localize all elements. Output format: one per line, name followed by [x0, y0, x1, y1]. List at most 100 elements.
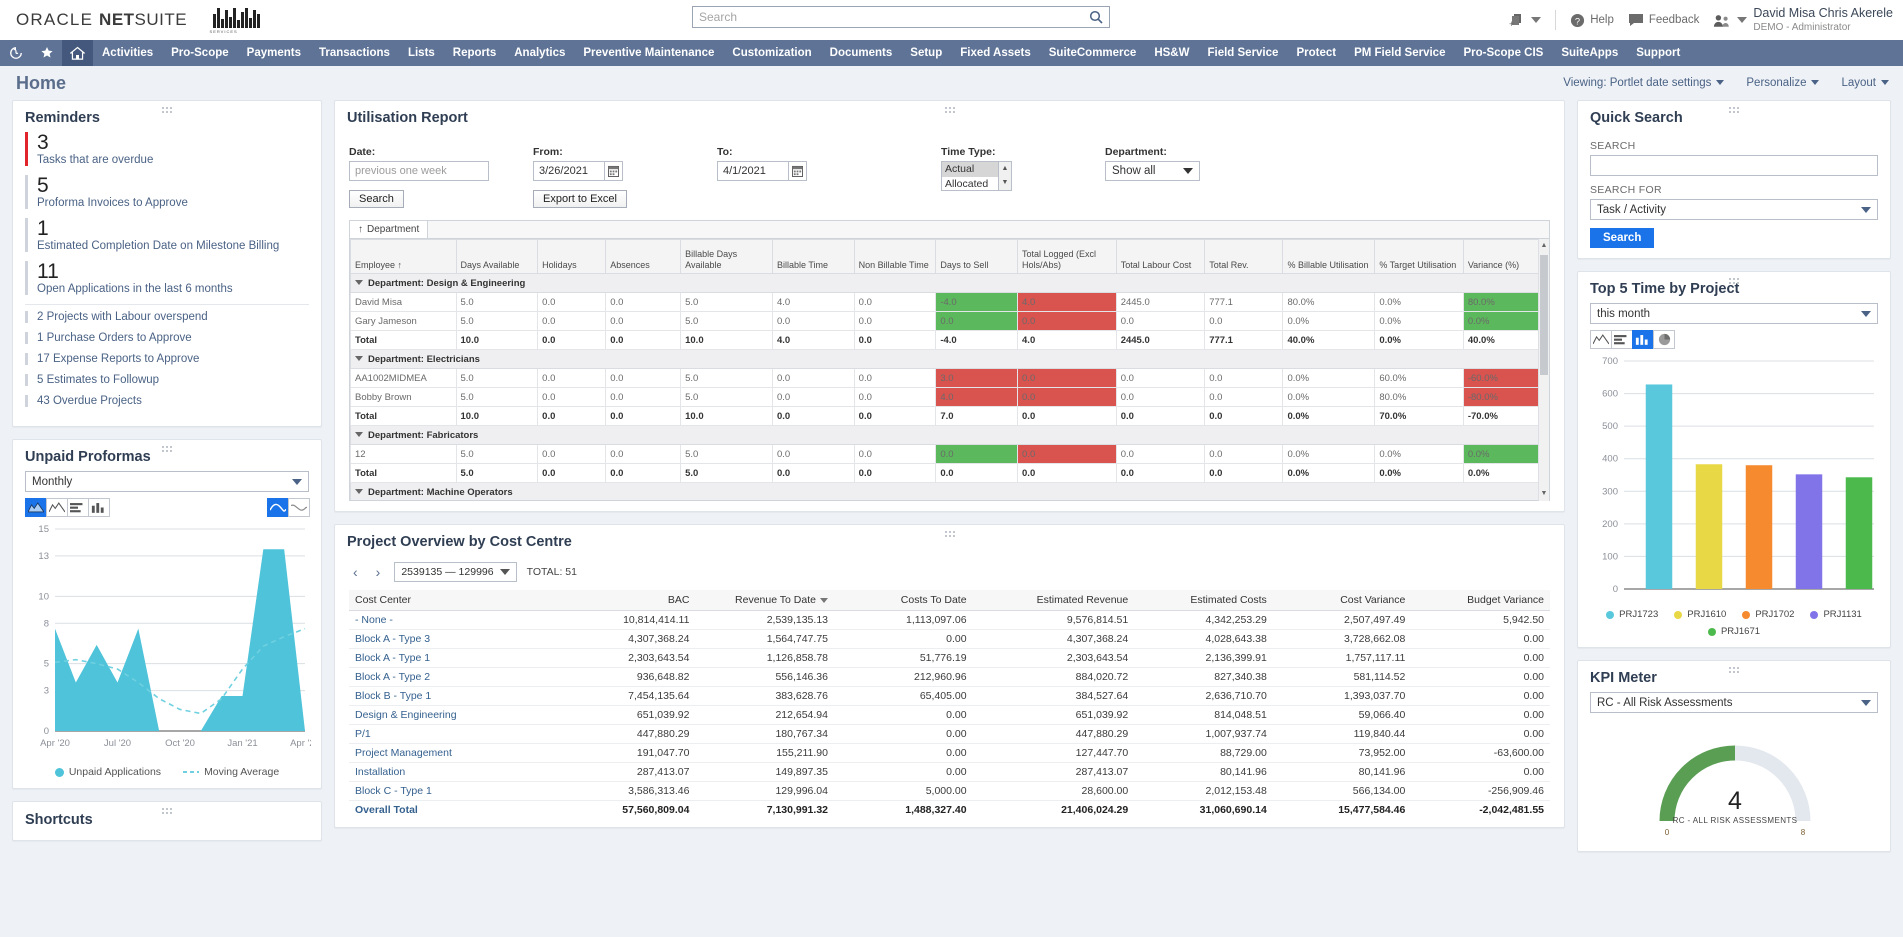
reminder-label[interactable]: Open Applications in the last 6 months — [37, 283, 309, 295]
util-col-absences[interactable]: Absences — [606, 240, 681, 274]
layout-menu[interactable]: Layout — [1841, 77, 1889, 89]
nav-item-field-service[interactable]: Field Service — [1198, 40, 1287, 66]
next-page-icon[interactable]: › — [372, 564, 385, 580]
util-col-total-labour-cost[interactable]: Total Labour Cost — [1116, 240, 1204, 274]
legend-item[interactable]: PRJ1131 — [1810, 609, 1861, 620]
nav-item-hs-w[interactable]: HS&W — [1145, 40, 1198, 66]
scroll-down-icon[interactable]: ▼ — [999, 176, 1011, 190]
nav-item-transactions[interactable]: Transactions — [310, 40, 399, 66]
util-col-billable-time[interactable]: Billable Time — [773, 240, 855, 274]
po-col-bac[interactable]: BAC — [545, 590, 695, 611]
recent-records-icon[interactable] — [0, 40, 31, 66]
util-col-employee[interactable]: Employee ↑ — [351, 240, 457, 274]
nav-item-customization[interactable]: Customization — [723, 40, 820, 66]
nav-item-activities[interactable]: Activities — [93, 40, 162, 66]
from-date-input[interactable]: 3/26/2021 — [533, 161, 605, 181]
util-col-total-rev-[interactable]: Total Rev. — [1205, 240, 1283, 274]
nav-item-pro-scope-cis[interactable]: Pro-Scope CIS — [1454, 40, 1552, 66]
utilisation-table-scrollbar[interactable]: ▲ ▼ — [1538, 239, 1549, 501]
calendar-icon[interactable] — [605, 161, 623, 181]
calendar-icon[interactable] — [789, 161, 807, 181]
collapse-icon[interactable] — [355, 489, 363, 494]
portlet-drag-handle[interactable] — [13, 443, 321, 451]
portlet-drag-handle[interactable] — [1578, 664, 1890, 672]
po-col-cost-center[interactable]: Cost Center — [349, 590, 545, 611]
reminder-link[interactable]: 1 Purchase Orders to Approve — [25, 332, 309, 344]
pie-chart-icon[interactable] — [1653, 330, 1675, 349]
reminder-item[interactable]: 3Tasks that are overdue — [25, 132, 309, 166]
time-type-option-allocated[interactable]: Allocated — [942, 177, 998, 191]
smooth-curve-on-icon[interactable] — [267, 498, 289, 517]
portlet-drag-handle[interactable] — [335, 528, 1564, 536]
po-col-estimated-costs[interactable]: Estimated Costs — [1134, 590, 1273, 611]
po-cost-center-link[interactable]: Design & Engineering — [349, 706, 545, 725]
column-chart-icon[interactable] — [1632, 330, 1654, 349]
util-col-billable-days-available[interactable]: Billable Days Available — [681, 240, 773, 274]
feedback-link[interactable]: Feedback — [1628, 13, 1700, 27]
nav-item-pm-field-service[interactable]: PM Field Service — [1345, 40, 1454, 66]
nav-item-suiteapps[interactable]: SuiteApps — [1552, 40, 1627, 66]
department-select[interactable]: Show all — [1105, 161, 1200, 181]
legend-item[interactable]: PRJ1723 — [1606, 609, 1658, 620]
legend-item[interactable]: PRJ1671 — [1708, 626, 1760, 637]
collapse-icon[interactable] — [355, 432, 363, 437]
po-cost-center-link[interactable]: Installation — [349, 763, 545, 782]
util-col-days-to-sell[interactable]: Days to Sell — [936, 240, 1018, 274]
reminder-label[interactable]: Proforma Invoices to Approve — [37, 197, 309, 209]
previous-page-icon[interactable]: ‹ — [349, 564, 362, 580]
to-date-input[interactable]: 4/1/2021 — [717, 161, 789, 181]
personalize-menu[interactable]: Personalize — [1746, 77, 1819, 89]
nav-item-suitecommerce[interactable]: SuiteCommerce — [1040, 40, 1146, 66]
po-col-budget-variance[interactable]: Budget Variance — [1411, 590, 1550, 611]
global-search-input[interactable] — [693, 7, 1083, 27]
help-link[interactable]: ? Help — [1570, 13, 1614, 28]
favorites-icon[interactable] — [31, 40, 62, 66]
scroll-up-icon[interactable]: ▲ — [999, 162, 1011, 176]
nav-item-analytics[interactable]: Analytics — [505, 40, 574, 66]
portlet-drag-handle[interactable] — [1578, 104, 1890, 112]
line-chart-icon[interactable] — [46, 498, 68, 517]
area-chart-icon[interactable] — [1590, 330, 1612, 349]
horizontal-bar-chart-icon[interactable] — [1611, 330, 1633, 349]
reminder-label[interactable]: Estimated Completion Date on Milestone B… — [37, 240, 309, 252]
scroll-up-icon[interactable]: ▲ — [1539, 239, 1549, 253]
oracle-netsuite-logo[interactable]: ORACLE NETSUITE — [16, 10, 187, 30]
util-col-non-billable-time[interactable]: Non Billable Time — [854, 240, 936, 274]
page-range-select[interactable]: 2539135 — 129996 — [394, 562, 516, 582]
nav-item-payments[interactable]: Payments — [238, 40, 310, 66]
top5-period-select[interactable]: this month — [1590, 303, 1878, 324]
quick-search-button[interactable]: Search — [1590, 228, 1654, 248]
util-col-variance-[interactable]: Variance (%) — [1463, 240, 1548, 274]
unpaid-proformas-period-select[interactable]: Monthly — [25, 471, 309, 492]
reminder-item[interactable]: 5Proforma Invoices to Approve — [25, 175, 309, 209]
reminder-link[interactable]: 5 Estimates to Followup — [25, 374, 309, 386]
portlet-drag-handle[interactable] — [13, 104, 321, 112]
horizontal-bar-chart-icon[interactable] — [67, 498, 89, 517]
legend-item[interactable]: Unpaid Applications — [55, 766, 161, 778]
utilisation-table-scroll[interactable]: Employee ↑Days AvailableHolidaysAbsences… — [349, 239, 1550, 501]
util-department-group-row[interactable]: Department: Fabricators — [351, 426, 1549, 445]
portlet-drag-handle[interactable] — [1578, 275, 1890, 283]
po-cost-center-link[interactable]: Block A - Type 1 — [349, 649, 545, 668]
po-cost-center-link[interactable]: Block A - Type 3 — [349, 630, 545, 649]
time-type-option-actual[interactable]: Actual — [942, 162, 998, 177]
reminder-link[interactable]: 17 Expense Reports to Approve — [25, 353, 309, 365]
portlet-drag-handle[interactable] — [335, 104, 1564, 112]
util-col--billable-utilisation[interactable]: % Billable Utilisation — [1283, 240, 1375, 274]
po-cost-center-link[interactable]: - None - — [349, 611, 545, 630]
nav-item-support[interactable]: Support — [1627, 40, 1689, 66]
collapse-icon[interactable] — [355, 280, 363, 285]
export-to-excel-button[interactable]: Export to Excel — [533, 190, 627, 208]
kpi-metric-select[interactable]: RC - All Risk Assessments — [1590, 692, 1878, 713]
util-col-days-available[interactable]: Days Available — [456, 240, 538, 274]
search-icon[interactable] — [1083, 10, 1109, 24]
util-department-group-row[interactable]: Department: Design & Engineering — [351, 274, 1549, 293]
po-cost-center-link[interactable]: Overall Total — [349, 801, 545, 820]
group-by-department-chip[interactable]: ↑ Department — [350, 221, 428, 238]
viewing-portlet-date-settings-menu[interactable]: Viewing: Portlet date settings — [1563, 77, 1724, 89]
date-filter-input[interactable]: previous one week — [349, 161, 489, 181]
nav-item-documents[interactable]: Documents — [821, 40, 902, 66]
collapse-icon[interactable] — [355, 356, 363, 361]
po-cost-center-link[interactable]: Block B - Type 1 — [349, 687, 545, 706]
po-cost-center-link[interactable]: Block C - Type 1 — [349, 782, 545, 801]
